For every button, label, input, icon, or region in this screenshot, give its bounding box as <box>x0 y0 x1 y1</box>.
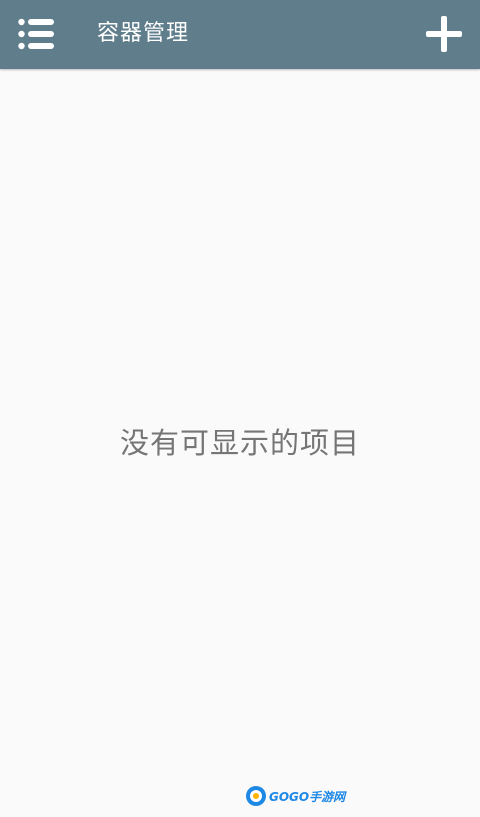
watermark-logo: GOGO手游网 <box>245 785 345 807</box>
page-title: 容器管理 <box>97 21 190 46</box>
gogo-logo-icon <box>246 786 266 806</box>
watermark-text: GOGO手游网 <box>269 789 346 804</box>
menu-button[interactable] <box>14 12 60 56</box>
app-bar: 容器管理 <box>0 0 480 69</box>
empty-state-message: 没有可显示的项目 <box>119 426 360 460</box>
list-menu-icon <box>18 18 54 50</box>
add-button[interactable] <box>420 12 468 56</box>
screen: 容器管理 没有可显示的项目 GOGO手游网 <box>0 0 480 817</box>
plus-icon <box>426 16 462 52</box>
